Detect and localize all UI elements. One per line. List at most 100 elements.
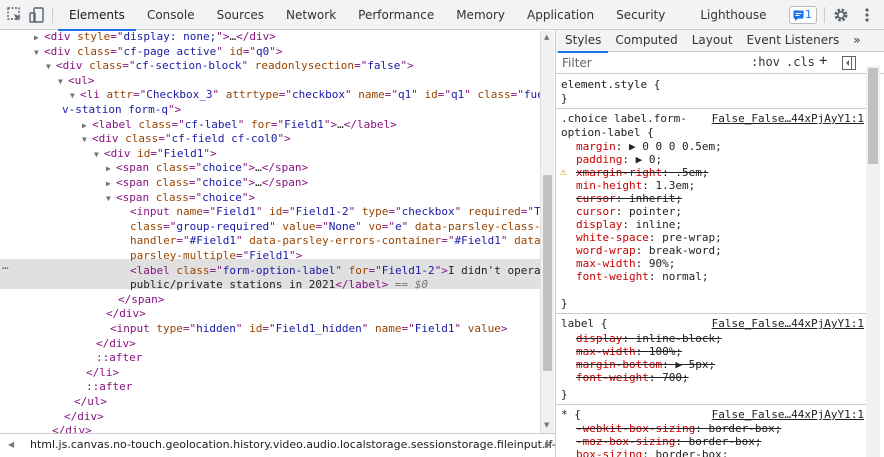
css-property[interactable]: font-weight: normal; <box>576 270 708 283</box>
css-property-value[interactable]: normal; <box>662 270 708 283</box>
css-property-value[interactable]: ▶ 0; <box>636 153 663 166</box>
css-property-value[interactable]: 100%; <box>649 345 682 358</box>
tab-application[interactable]: Application <box>516 0 605 30</box>
expand-down-triangle-icon[interactable]: ▼ <box>106 191 116 205</box>
css-property-name[interactable]: cursor <box>576 205 616 218</box>
css-property-name[interactable]: white-space <box>576 231 649 244</box>
collapse-right-triangle-icon[interactable]: ▶ <box>82 118 92 132</box>
more-vertical-icon[interactable] <box>858 6 876 24</box>
css-property-name[interactable]: margin-bottom <box>576 358 662 371</box>
styles-filter-input[interactable] <box>562 55 742 71</box>
elements-scrollbar[interactable]: ▲ ▼ <box>540 31 554 433</box>
rule1-source-link[interactable]: False_False…44xPjAyY1:1 <box>712 112 864 125</box>
css-property[interactable]: white-space: pre-wrap; <box>576 231 722 244</box>
dom-node-line[interactable]: ▼ <ul> <box>0 73 540 88</box>
dom-node-line[interactable]: </div> <box>0 409 540 424</box>
dom-node-line[interactable]: ▶ <label class="cf-label" for="Field1">…<… <box>0 117 540 132</box>
dom-node-line[interactable]: parsley-multiple="Field1"> <box>0 248 540 263</box>
css-property-value[interactable]: .5em; <box>675 166 708 179</box>
css-property-value[interactable]: border-box; <box>689 435 762 448</box>
rule2-source-link[interactable]: False_False…44xPjAyY1:1 <box>712 317 864 330</box>
css-property-name[interactable]: display <box>576 332 622 345</box>
elements-dom-tree[interactable]: … ▶ <div style="display: none;">…</div> ▼ <… <box>0 31 540 433</box>
css-property-name[interactable]: min-height <box>576 179 642 192</box>
styles-scrollbar-thumb[interactable] <box>868 68 878 164</box>
dom-node-line[interactable]: </div> <box>0 336 540 351</box>
dom-node-line[interactable]: public/private stations in 2021</label> … <box>0 277 540 292</box>
dom-node-line[interactable]: class="group-required" value="None" vo="… <box>0 219 540 234</box>
css-property-value[interactable]: border-box; <box>655 448 728 457</box>
dom-node-line[interactable]: v-station form-q"> <box>0 102 540 117</box>
dom-node-line[interactable]: </li> <box>0 365 540 380</box>
css-property[interactable]: font-weight: 700; <box>576 371 689 384</box>
rule1-selector-cont[interactable]: option-label { <box>561 126 654 139</box>
css-property-name[interactable]: cursor <box>576 192 616 205</box>
css-property-name[interactable]: font-weight <box>576 270 649 283</box>
warning-icon[interactable]: ⚠ <box>560 165 567 178</box>
dom-node-line[interactable]: ::after <box>0 379 540 394</box>
dom-node-line[interactable]: </div> <box>0 306 540 321</box>
styles-rules-pane[interactable]: element.style { } .choice label.form- op… <box>556 75 866 457</box>
css-property-name[interactable]: box-sizing <box>576 448 642 457</box>
styles-scrollbar[interactable] <box>866 66 880 457</box>
dom-node-line[interactable]: ▼ <div class="cf-field cf-col0"> <box>0 131 540 146</box>
collapse-right-triangle-icon[interactable]: ▶ <box>106 176 116 190</box>
css-property-name[interactable]: xmargin-right <box>576 166 662 179</box>
css-property[interactable]: xmargin-right: .5em; <box>576 166 708 179</box>
tab-memory[interactable]: Memory <box>445 0 516 30</box>
tab-lighthouse[interactable]: Lighthouse <box>676 0 777 30</box>
element-style-selector[interactable]: element.style { <box>561 78 660 91</box>
css-property[interactable]: cursor: pointer; <box>576 205 682 218</box>
css-property[interactable]: -moz-box-sizing: border-box; <box>576 435 761 448</box>
css-property-value[interactable]: ▶ 5px; <box>675 358 715 371</box>
rule3-selector[interactable]: * { <box>561 408 581 421</box>
css-property[interactable]: word-wrap: break-word; <box>576 244 722 257</box>
tab-sources[interactable]: Sources <box>206 0 275 30</box>
expand-down-triangle-icon[interactable]: ▼ <box>70 88 80 102</box>
css-property-value[interactable]: inherit; <box>629 192 682 205</box>
css-property-value[interactable]: inline; <box>636 218 682 231</box>
toggle-sidebar-icon[interactable] <box>842 56 856 73</box>
scroll-up-arrow-icon[interactable]: ▲ <box>544 33 549 41</box>
dom-node-line[interactable]: ▼ <div class="cf-page active" id="q0"> <box>0 44 540 59</box>
class-toggle[interactable]: .cls <box>786 55 815 69</box>
rule3-source-link[interactable]: False_False…44xPjAyY1:1 <box>712 408 864 421</box>
dom-node-line[interactable]: ▶ <div style="display: none;">…</div> <box>0 31 540 44</box>
dom-node-line[interactable]: <input name="Field1" id="Field1-2" type=… <box>0 204 540 219</box>
css-property-name[interactable]: margin <box>576 140 616 153</box>
breadcrumb-right-arrow-icon[interactable]: ▶ <box>545 434 551 456</box>
css-property-name[interactable]: max-width <box>576 345 636 358</box>
tab-security[interactable]: Security <box>605 0 676 30</box>
tab-layout[interactable]: Layout <box>685 30 740 52</box>
dom-node-line[interactable]: <label class="form-option-label" for="Fi… <box>0 263 540 278</box>
css-property-value[interactable]: break-word; <box>649 244 722 257</box>
css-property-value[interactable]: border-box; <box>708 422 781 435</box>
dom-node-line[interactable]: ▼ <span class="choice"> <box>0 190 540 205</box>
dom-node-line[interactable]: handler="#Field1" data-parsley-errors-co… <box>0 233 540 248</box>
new-rule-plus-icon[interactable]: + <box>819 53 827 69</box>
css-property-name[interactable]: padding <box>576 153 622 166</box>
css-property[interactable]: box-sizing: border-box; <box>576 448 728 457</box>
css-property-name[interactable]: display <box>576 218 622 231</box>
dom-node-line[interactable]: ::after <box>0 350 540 365</box>
dom-node-line[interactable]: ▼ <div id="Field1"> <box>0 146 540 161</box>
css-property[interactable]: -webkit-box-sizing: border-box; <box>576 422 781 435</box>
expand-down-triangle-icon[interactable]: ▼ <box>34 45 44 59</box>
tab-console[interactable]: Console <box>136 0 206 30</box>
rule2-selector[interactable]: label { <box>561 317 607 330</box>
css-property[interactable]: padding: ▶ 0; <box>576 153 662 166</box>
hover-state-toggle[interactable]: :hov <box>751 55 780 69</box>
dom-node-line[interactable]: <input type="hidden" id="Field1_hidden" … <box>0 321 540 336</box>
css-property-value[interactable]: 1.3em; <box>655 179 695 192</box>
expand-down-triangle-icon[interactable]: ▼ <box>46 59 56 73</box>
css-property-value[interactable]: 700; <box>662 371 689 384</box>
rule1-selector[interactable]: .choice label.form- <box>561 112 687 125</box>
dom-node-line[interactable]: </ul> <box>0 394 540 409</box>
css-property[interactable]: margin-bottom: ▶ 5px; <box>576 358 715 371</box>
css-property[interactable]: max-width: 100%; <box>576 345 682 358</box>
dom-node-line[interactable]: </div> <box>0 423 540 433</box>
more-tabs-chevron-icon[interactable]: » <box>846 30 867 52</box>
tab-event-listeners[interactable]: Event Listeners <box>740 30 847 52</box>
css-property-value[interactable]: pointer; <box>629 205 682 218</box>
expand-down-triangle-icon[interactable]: ▼ <box>82 132 92 146</box>
